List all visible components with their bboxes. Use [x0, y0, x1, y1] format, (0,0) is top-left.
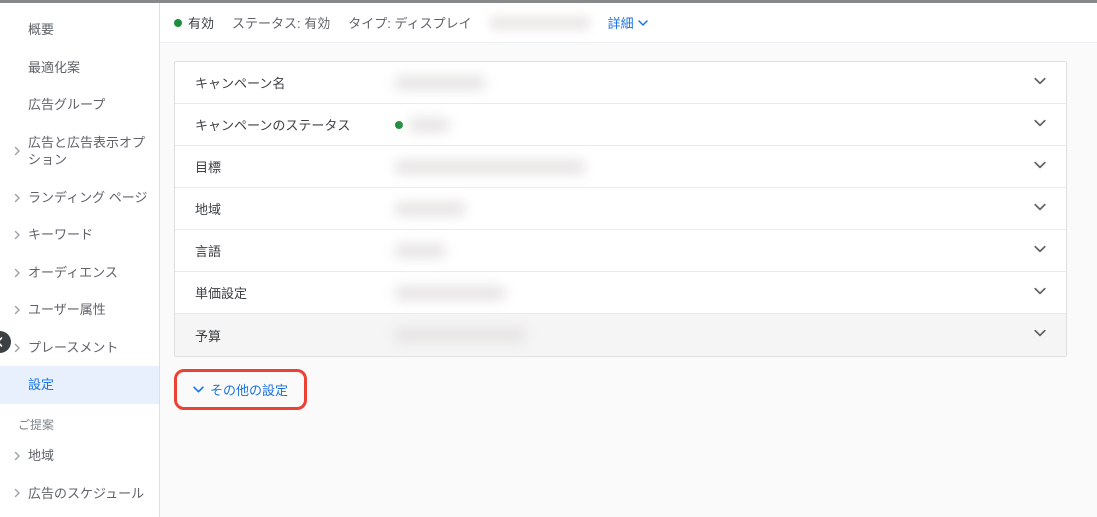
chevron-right-icon	[14, 451, 21, 460]
chevron-down-icon	[1034, 74, 1046, 92]
settings-row-value	[395, 76, 1034, 90]
status-dot-icon	[395, 121, 403, 129]
chevron-down-icon	[1034, 284, 1046, 302]
redacted-value	[395, 160, 585, 174]
sidebar-item-label: オーディエンス	[28, 264, 118, 282]
sidebar-item[interactable]: 広告と広告表示オプション	[0, 124, 159, 179]
chevron-down-icon	[1034, 326, 1046, 344]
sidebar-item-label: 概要	[28, 21, 54, 39]
settings-row[interactable]: 予算	[175, 314, 1066, 356]
chevron-right-icon	[14, 268, 21, 277]
sidebar-item-label: 広告と広告表示オプション	[28, 134, 149, 169]
settings-row-value	[395, 118, 1034, 132]
redacted-value	[395, 286, 505, 300]
other-settings-highlight: その他の設定	[174, 369, 1097, 410]
sidebar: 概要最適化案広告グループ広告と広告表示オプションランディング ページキーワードオ…	[0, 3, 160, 517]
chevron-down-icon	[1034, 242, 1046, 260]
status-label: ステータス: 有効	[232, 13, 330, 32]
chevron-right-icon	[14, 147, 21, 156]
redacted-value	[395, 76, 485, 90]
settings-row-value	[395, 286, 1034, 300]
settings-row[interactable]: キャンペーン名	[175, 62, 1066, 104]
chevron-right-icon	[14, 306, 21, 315]
sidebar-item[interactable]: ランディング ページ	[0, 179, 159, 217]
chevron-right-icon	[14, 489, 21, 498]
settings-row-label: 単価設定	[195, 283, 395, 302]
sidebar-item[interactable]: 地域	[0, 437, 159, 475]
chevron-right-icon	[14, 193, 21, 202]
type-label: タイプ: ディスプレイ	[348, 13, 471, 32]
status-dot-icon	[174, 19, 182, 27]
settings-row-value	[395, 328, 1034, 342]
redacted-value	[395, 244, 445, 258]
sidebar-item-label: 地域	[28, 447, 54, 465]
chevron-right-icon	[14, 343, 21, 352]
sidebar-item[interactable]: 広告のスケジュール	[0, 475, 159, 513]
chevron-down-icon	[1034, 158, 1046, 176]
status-bar: 有効 ステータス: 有効 タイプ: ディスプレイ 詳細	[160, 3, 1097, 43]
settings-row-label: キャンペーン名	[195, 73, 395, 92]
sidebar-item[interactable]: ユーザー属性	[0, 291, 159, 329]
sidebar-item[interactable]: 概要	[0, 11, 159, 49]
campaign-enabled-indicator: 有効	[174, 13, 214, 32]
chevron-down-icon	[638, 18, 648, 28]
settings-row-label: 目標	[195, 157, 395, 176]
details-label: 詳細	[608, 13, 634, 32]
sidebar-item[interactable]: 設定	[0, 366, 159, 404]
settings-row-label: 予算	[195, 326, 395, 345]
sidebar-item[interactable]: オーディエンス	[0, 254, 159, 292]
main-content: 有効 ステータス: 有効 タイプ: ディスプレイ 詳細 キャンペーン名キャンペー…	[160, 3, 1097, 517]
sidebar-item-label: ユーザー属性	[28, 301, 106, 319]
redacted-value	[395, 328, 525, 342]
sidebar-item-label: 広告のスケジュール	[28, 485, 144, 503]
sidebar-section-label: ご提案	[0, 404, 159, 437]
settings-row-value	[395, 244, 1034, 258]
settings-row-label: 言語	[195, 241, 395, 260]
sidebar-item-label: 最適化案	[28, 59, 80, 77]
settings-row-label: 地域	[195, 199, 395, 218]
settings-row[interactable]: キャンペーンのステータス	[175, 104, 1066, 146]
sidebar-item[interactable]: キーワード	[0, 216, 159, 254]
sidebar-item-label: プレースメント	[28, 339, 118, 357]
settings-row[interactable]: 目標	[175, 146, 1066, 188]
settings-row[interactable]: 地域	[175, 188, 1066, 230]
settings-row-label: キャンペーンのステータス	[195, 115, 395, 134]
sidebar-item-label: ランディング ページ	[28, 189, 147, 207]
redacted-value	[395, 202, 465, 216]
sidebar-item-label: 広告グループ	[28, 96, 105, 114]
sidebar-item[interactable]: 広告グループ	[0, 86, 159, 124]
sidebar-item-label: 設定	[28, 376, 54, 394]
sidebar-item[interactable]: プレースメント	[0, 329, 159, 367]
settings-row[interactable]: 単価設定	[175, 272, 1066, 314]
settings-row[interactable]: 言語	[175, 230, 1066, 272]
other-settings-toggle[interactable]: その他の設定	[193, 380, 288, 399]
redacted-value	[409, 118, 449, 132]
chevron-down-icon	[1034, 200, 1046, 218]
other-settings-label: その他の設定	[210, 380, 288, 399]
chevron-down-icon	[1034, 116, 1046, 134]
enabled-label: 有効	[188, 13, 214, 32]
details-toggle[interactable]: 詳細	[608, 13, 648, 32]
settings-card: キャンペーン名キャンペーンのステータス目標地域言語単価設定予算	[174, 61, 1067, 357]
chevron-right-icon	[14, 231, 21, 240]
sidebar-item-label: キーワード	[28, 226, 93, 244]
settings-row-value	[395, 160, 1034, 174]
settings-row-value	[395, 202, 1034, 216]
chevron-down-icon	[193, 384, 204, 395]
redacted-text	[490, 16, 590, 30]
sidebar-item[interactable]: 最適化案	[0, 49, 159, 87]
